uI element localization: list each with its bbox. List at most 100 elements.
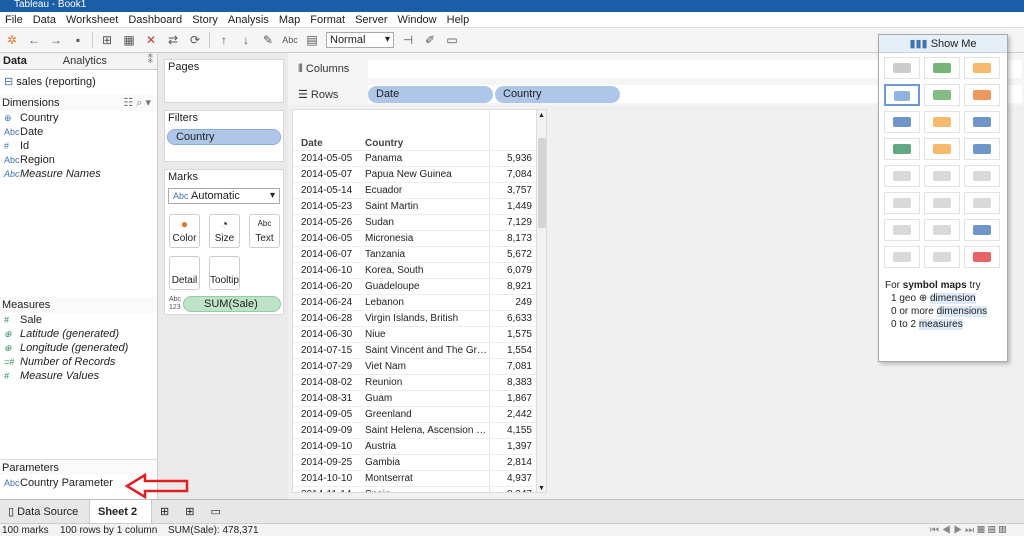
new-worksheet-icon[interactable]: ⊞ (152, 500, 177, 524)
chart-type-bullet-graph-icon[interactable] (924, 246, 960, 268)
table-row[interactable]: 2014-09-10 Austria 1,397 (293, 438, 538, 454)
dimension-id[interactable]: # Id (4, 139, 29, 153)
fit-select[interactable]: Normal (326, 32, 394, 48)
menu-worksheet[interactable]: Worksheet (61, 12, 123, 27)
new-story-icon[interactable]: ▭ (202, 500, 228, 524)
redo-icon[interactable]: → (48, 32, 64, 48)
dimension-measure-names[interactable]: AbcMeasure Names (4, 167, 101, 181)
parameter-country[interactable]: AbcCountry Parameter (4, 476, 113, 490)
measure-number-of-records[interactable]: =# Number of Records (4, 355, 115, 369)
table-row[interactable]: 2014-06-28 Virgin Islands, British 6,633 (293, 310, 538, 326)
sum-sale-pill[interactable]: SUM(Sale) (183, 296, 281, 312)
measure-latitude[interactable]: ⊕ Latitude (generated) (4, 327, 119, 341)
dimension-date[interactable]: AbcDate (4, 125, 43, 139)
dimension-country[interactable]: ⊕ Country (4, 111, 59, 125)
tab-data-source[interactable]: ▯ Data Source (0, 499, 90, 524)
header-country[interactable]: Country (365, 138, 403, 149)
mark-type-select[interactable]: Abc Automatic (168, 188, 280, 204)
sort-asc-icon[interactable]: ↑ (216, 32, 232, 48)
clear-sheet-icon[interactable]: ✕ (143, 32, 159, 48)
tooltip-button[interactable]: Tooltip (209, 256, 240, 290)
table-row[interactable]: 2014-11-14 Spain 8,347 (293, 486, 538, 492)
table-row[interactable]: 2014-07-15 Saint Vincent and The Grenad..… (293, 342, 538, 358)
dimensions-menu-icon[interactable]: ☷ ⌕ ▾ (123, 95, 151, 111)
table-row[interactable]: 2014-06-20 Guadeloupe 8,921 (293, 278, 538, 294)
scroll-down-icon[interactable]: ▼ (538, 485, 545, 492)
chart-type-histogram-icon[interactable] (924, 219, 960, 241)
table-row[interactable]: 2014-06-10 Korea, South 6,079 (293, 262, 538, 278)
rows-pill-date[interactable]: Date (368, 85, 493, 103)
crosstab-view[interactable]: Date Country 2014-05-05 Panama 5,936 2014-0… (292, 109, 547, 493)
table-row[interactable]: 2014-06-07 Tanzania 5,672 (293, 246, 538, 262)
show-me-header[interactable]: ▮▮▮ Show Me (879, 35, 1007, 53)
table-row[interactable]: 2014-05-05 Panama 5,936 (293, 150, 538, 166)
menu-map[interactable]: Map (274, 12, 305, 27)
menu-data[interactable]: Data (28, 12, 61, 27)
tab-analytics[interactable]: Analytics (60, 53, 148, 69)
filter-pill-country[interactable]: Country (167, 129, 281, 145)
tab-sheet-2[interactable]: Sheet 2 (90, 499, 152, 524)
chart-type-side-by-side-circles-icon[interactable] (964, 138, 1000, 160)
color-button[interactable]: ● Color (169, 214, 200, 248)
table-row[interactable]: 2014-09-05 Greenland 2,442 (293, 406, 538, 422)
new-dashboard-icon[interactable]: ⊞ (177, 500, 202, 524)
sheet-nav-icon[interactable]: ⏮ ◀ ▶ ⏭ ▦ ▤ ▥ (930, 524, 1007, 536)
dimension-region[interactable]: AbcRegion (4, 153, 55, 167)
menu-analysis[interactable]: Analysis (223, 12, 274, 27)
menu-help[interactable]: Help (442, 12, 475, 27)
table-row[interactable]: 2014-05-23 Saint Martin 1,449 (293, 198, 538, 214)
chart-type-stacked-bars-icon[interactable] (924, 111, 960, 133)
menu-server[interactable]: Server (350, 12, 392, 27)
datasource-item[interactable]: ⊟ sales (reporting) (4, 75, 96, 88)
chart-type-highlight-table-icon[interactable] (964, 57, 1000, 79)
sort-desc-icon[interactable]: ↓ (238, 32, 254, 48)
chart-type-continuous-lines-icon[interactable] (884, 165, 920, 187)
chart-type-circle-views-icon[interactable] (924, 138, 960, 160)
highlight-icon[interactable]: ✎ (260, 32, 276, 48)
undo-icon[interactable]: ← (26, 32, 42, 48)
pen-icon[interactable]: ✐ (422, 32, 438, 48)
swap-icon[interactable]: ⇄ (165, 32, 181, 48)
chart-type-packed-bubbles-icon[interactable] (964, 246, 1000, 268)
table-row[interactable]: 2014-06-24 Lebanon 249 (293, 294, 538, 310)
header-date[interactable]: Date (301, 138, 323, 149)
chart-type-dual-lines-icon[interactable] (964, 165, 1000, 187)
menu-window[interactable]: Window (393, 12, 442, 27)
menu-dashboard[interactable]: Dashboard (123, 12, 187, 27)
chart-type-box-whisker-icon[interactable] (964, 219, 1000, 241)
chart-type-treemap-icon[interactable] (884, 138, 920, 160)
pin-icon[interactable]: ⊣ (400, 32, 416, 48)
table-row[interactable]: 2014-05-26 Sudan 7,129 (293, 214, 538, 230)
chart-type-discrete-lines-icon[interactable] (924, 165, 960, 187)
chart-type-area-discrete-icon[interactable] (924, 192, 960, 214)
chart-type-scatter-plot-icon[interactable] (884, 219, 920, 241)
table-row[interactable]: 2014-07-29 Viet Nam 7,081 (293, 358, 538, 374)
presentation-icon[interactable]: ▭ (444, 32, 460, 48)
new-sheet-icon[interactable]: ▦ (121, 32, 137, 48)
table-row[interactable]: 2014-09-09 Saint Helena, Ascension and ..… (293, 422, 538, 438)
chart-type-pie-chart-icon[interactable] (964, 84, 1000, 106)
size-button[interactable]: ◔ Size (209, 214, 240, 248)
scroll-up-icon[interactable]: ▲ (538, 112, 545, 119)
table-row[interactable]: 2014-05-14 Ecuador 3,757 (293, 182, 538, 198)
rows-pill-country[interactable]: Country (495, 85, 620, 103)
table-row[interactable]: 2014-06-30 Niue 1,575 (293, 326, 538, 342)
menu-file[interactable]: File (0, 12, 28, 27)
refresh-icon[interactable]: ⟳ (187, 32, 203, 48)
add-datasource-icon[interactable]: ⊞ (99, 32, 115, 48)
chart-type-symbol-map-icon[interactable] (884, 84, 920, 106)
table-row[interactable]: 2014-05-07 Papua New Guinea 7,084 (293, 166, 538, 182)
text-button[interactable]: Abc Text (249, 214, 280, 248)
chart-icon[interactable]: ▤ (304, 32, 320, 48)
measure-longitude[interactable]: ⊕ Longitude (generated) (4, 341, 128, 355)
chart-type-filled-map-icon[interactable] (924, 84, 960, 106)
measure-values[interactable]: # Measure Values (4, 369, 99, 383)
tab-data[interactable]: Data (0, 53, 60, 69)
table-row[interactable]: 2014-08-02 Reunion 8,383 (293, 374, 538, 390)
chart-type-heat-map-icon[interactable] (924, 57, 960, 79)
vertical-scrollbar[interactable]: ▲ ▼ (536, 110, 546, 492)
menu-format[interactable]: Format (305, 12, 350, 27)
chart-type-area-continuous-icon[interactable] (884, 192, 920, 214)
measure-sale[interactable]: # Sale (4, 313, 42, 327)
save-icon[interactable]: ▪ (70, 32, 86, 48)
